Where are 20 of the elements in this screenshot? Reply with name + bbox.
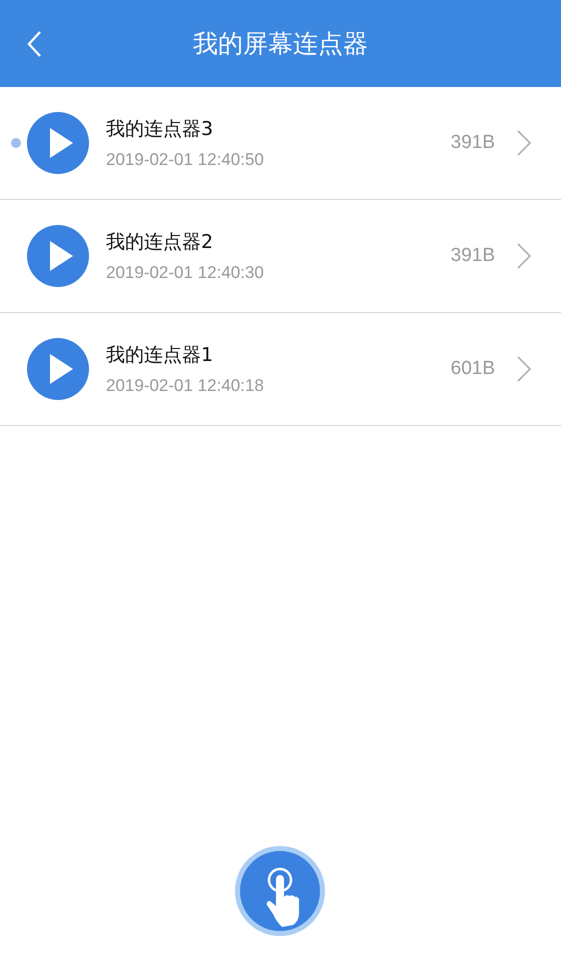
record-row[interactable]: 我的连点器2 2019-02-01 12:40:30 391B — [0, 200, 561, 313]
file-size: 391B — [450, 245, 495, 267]
play-icon[interactable] — [26, 111, 90, 175]
record-name: 我的连点器3 — [106, 117, 214, 142]
chevron-right-icon — [517, 130, 531, 156]
record-time: 2019-02-01 12:40:30 — [106, 263, 265, 283]
back-icon[interactable] — [26, 30, 42, 58]
record-row[interactable]: 我的连点器3 2019-02-01 12:40:50 391B — [0, 87, 561, 200]
record-name: 我的连点器2 — [106, 230, 214, 255]
record-row[interactable]: 我的连点器1 2019-02-01 12:40:18 601B — [0, 313, 561, 426]
chevron-right-icon — [517, 243, 531, 269]
screen-title: 我的屏幕连点器 — [192, 28, 369, 60]
record-name: 我的连点器1 — [106, 343, 214, 368]
record-time: 2019-02-01 12:40:18 — [106, 376, 265, 396]
file-size: 391B — [450, 132, 495, 154]
chevron-right-icon — [517, 356, 531, 382]
play-icon[interactable] — [26, 224, 90, 288]
record-time: 2019-02-01 12:40:50 — [106, 150, 265, 170]
play-icon[interactable] — [26, 337, 90, 401]
file-size: 601B — [450, 358, 495, 380]
